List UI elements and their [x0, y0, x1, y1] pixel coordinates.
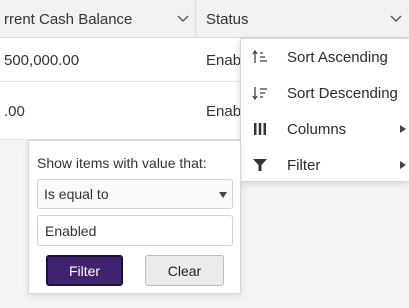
filter-prompt-label: Show items with value that: [37, 155, 207, 171]
column-header-cash-balance-label: rrent Cash Balance [4, 10, 133, 28]
menu-item-columns[interactable]: Columns [241, 111, 409, 147]
chevron-down-icon[interactable] [389, 11, 403, 25]
column-header-status[interactable]: Status [197, 0, 409, 38]
chevron-down-icon[interactable] [176, 11, 190, 25]
filter-value-text: Enabled [45, 222, 97, 239]
column-menu: Sort Ascending Sort Descending Columns F… [240, 38, 409, 182]
column-header-status-label: Status [206, 10, 249, 28]
filter-operator-value: Is equal to [44, 186, 109, 202]
menu-item-sort-descending[interactable]: Sort Descending [241, 75, 409, 111]
filter-value-input[interactable]: Enabled [37, 215, 233, 246]
filter-operator-select[interactable]: Is equal to [37, 179, 233, 209]
sort-descending-icon [252, 87, 267, 101]
clear-button[interactable]: Clear [145, 255, 224, 286]
filter-icon [253, 159, 267, 171]
menu-item-label: Columns [287, 120, 347, 138]
menu-item-label: Sort Descending [287, 84, 398, 102]
columns-icon [254, 123, 266, 135]
submenu-arrow-icon [400, 125, 406, 133]
status-cell: Enab [206, 102, 242, 120]
menu-item-label: Filter [287, 156, 321, 174]
column-header-cash-balance[interactable]: rrent Cash Balance [0, 0, 196, 38]
caret-down-icon [219, 192, 227, 198]
menu-item-filter[interactable]: Filter [241, 147, 409, 183]
sort-ascending-icon [252, 49, 267, 63]
status-cell: Enab [206, 51, 242, 69]
filter-panel: Show items with value that: Is equal to … [28, 140, 241, 294]
cash-balance-cell: 500,000.00 [4, 51, 80, 69]
cash-balance-cell: .00 [4, 102, 25, 120]
submenu-arrow-icon [400, 161, 406, 169]
grid-header: rrent Cash Balance Status [0, 0, 409, 38]
menu-item-sort-ascending[interactable]: Sort Ascending [241, 39, 409, 75]
filter-button[interactable]: Filter [46, 255, 123, 286]
menu-item-label: Sort Ascending [287, 48, 388, 66]
